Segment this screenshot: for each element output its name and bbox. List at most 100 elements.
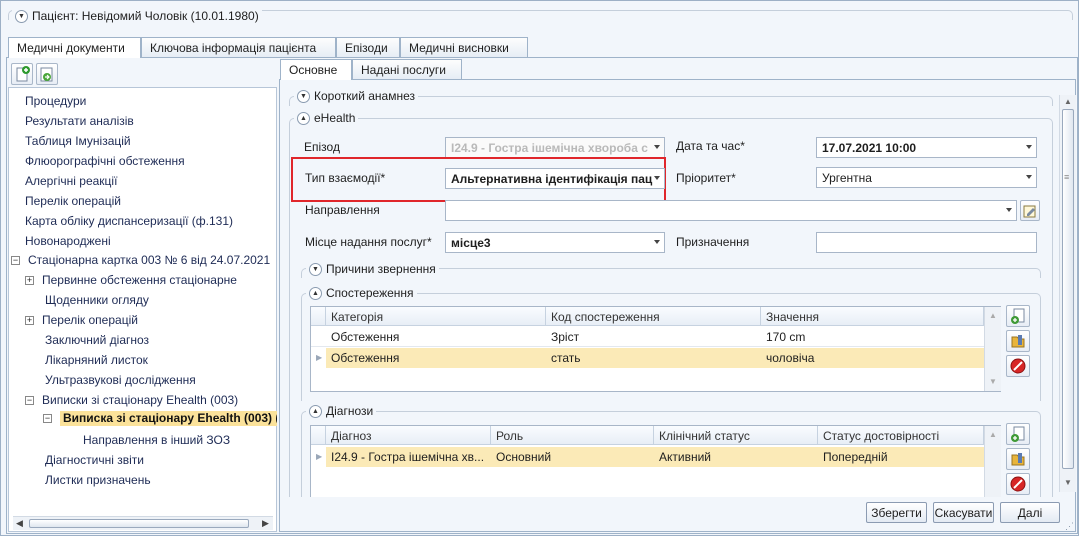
collapse-icon[interactable]: − (11, 256, 20, 265)
table-cell: Активний (659, 450, 711, 464)
collapse-icon[interactable]: − (25, 396, 34, 405)
tab-key-patient-info[interactable]: Ключова інформація пацієнта (141, 37, 336, 57)
chevron-up-icon[interactable]: ▲ (309, 404, 322, 418)
referral-select[interactable] (445, 200, 1017, 221)
section-title: Діагнози (326, 404, 374, 418)
cancel-button[interactable]: Скасувати (933, 502, 994, 523)
place-label: Місце надання послуг* (305, 235, 432, 249)
column-header[interactable]: Код спостереження (546, 307, 761, 326)
scroll-up-icon[interactable]: ▲ (989, 430, 997, 439)
column-header[interactable]: Діагноз (326, 426, 491, 445)
tree-item[interactable]: Новонароджені (25, 234, 111, 248)
tab-main[interactable]: Основне (280, 59, 352, 80)
observation-add-button[interactable] (1006, 305, 1030, 327)
add-document-button[interactable] (11, 63, 33, 85)
interaction-type-select[interactable]: Альтернативна ідентифікація пац (445, 168, 665, 189)
tree-subitem-selected[interactable]: − Виписка зі стаціонару Ehealth (003) ( (43, 411, 277, 429)
table-cell: стать (551, 351, 581, 365)
diagnosis-add-button[interactable] (1006, 423, 1030, 445)
tree-subitem[interactable]: Лікарняний листок (45, 353, 148, 367)
chevron-down-icon[interactable]: ▼ (309, 262, 322, 276)
tree-item-inpatient-card[interactable]: − Стаціонарна картка 003 № 6 від 24.07.20… (11, 253, 270, 267)
column-header[interactable]: Категорія (326, 307, 546, 326)
priority-select[interactable]: Ургентна (816, 167, 1037, 188)
form-vertical-scrollbar[interactable]: ▲ ≡ ▼ (1059, 95, 1076, 492)
column-header[interactable]: Клінічний статус (654, 426, 818, 445)
reasons-header[interactable]: ▼ Причини звернення (306, 262, 439, 276)
column-header[interactable]: Значення (761, 307, 984, 326)
row-header-column (311, 307, 326, 326)
tab-medical-documents[interactable]: Медичні документи (8, 37, 141, 58)
scroll-thumb[interactable] (1062, 109, 1074, 469)
diagnosis-edit-button[interactable] (1006, 448, 1030, 470)
tree-subitem[interactable]: Заключний діагноз (45, 333, 149, 347)
export-document-button[interactable] (36, 63, 58, 85)
scroll-left-icon[interactable]: ◀ (16, 518, 23, 529)
resize-grip-icon[interactable]: ⋰ (1065, 522, 1075, 532)
tree-subitem[interactable]: − Виписки зі стаціонару Ehealth (003) (25, 393, 238, 407)
assignment-input[interactable] (816, 232, 1037, 253)
diagnoses-header[interactable]: ▲ Діагнози (306, 404, 377, 418)
chevron-down-icon (1026, 175, 1032, 179)
chevron-up-icon[interactable]: ▲ (309, 286, 322, 300)
table-cell: Зріст (551, 330, 580, 344)
tree-item[interactable]: Діагностичні звіти (45, 453, 144, 467)
chevron-down-icon[interactable]: ▼ (15, 9, 28, 23)
tree-subitem[interactable]: Щоденники огляду (45, 293, 149, 307)
tree-item[interactable]: Листки призначень (45, 473, 151, 487)
tree-subitem[interactable]: + Перелік операцій (25, 313, 138, 327)
main-tabs: Медичні документи Ключова інформація пац… (8, 37, 1078, 59)
table-cell: Обстеження (331, 351, 400, 365)
scroll-up-icon[interactable]: ▲ (1064, 97, 1072, 106)
scroll-down-icon[interactable]: ▼ (989, 377, 997, 386)
scroll-thumb[interactable] (29, 519, 249, 528)
tree-item[interactable]: Алергічні реакції (25, 174, 117, 188)
next-button[interactable]: Далі (1000, 502, 1060, 523)
interaction-type-value: Альтернативна ідентифікація пац (451, 172, 653, 186)
episode-label: Епізод (304, 140, 340, 154)
episode-select[interactable]: I24.9 - Гостра ішемічна хвороба с (445, 137, 665, 158)
referral-lookup-button[interactable] (1020, 200, 1040, 221)
tree-item[interactable]: Таблиця Імунізацій (25, 134, 131, 148)
datetime-label: Дата та час* (676, 139, 745, 153)
table-row[interactable]: ▶ I24.9 - Гостра ішемічна хв... Основний… (311, 447, 984, 467)
chevron-down-icon[interactable]: ▼ (297, 89, 310, 103)
observation-delete-button[interactable] (1006, 355, 1030, 377)
observations-header[interactable]: ▲ Спостереження (306, 286, 417, 300)
tree-horizontal-scrollbar[interactable]: ◀ ▶ (13, 516, 273, 530)
anamnesis-header[interactable]: ▼ Короткий анамнез (294, 89, 418, 103)
tree-subitem[interactable]: Направлення в інший ЗОЗ (83, 433, 230, 447)
table-row[interactable]: Обстеження Зріст 170 cm (311, 327, 984, 347)
observation-edit-button[interactable] (1006, 330, 1030, 352)
ehealth-header[interactable]: ▲ eHealth (294, 111, 359, 125)
tree-item[interactable]: Перелік операцій (25, 194, 121, 208)
scroll-up-icon[interactable]: ▲ (989, 311, 997, 320)
column-header[interactable]: Статус достовірності (818, 426, 984, 445)
tree-subitem[interactable]: Ультразвукові дослідження (45, 373, 196, 387)
tab-provided-services[interactable]: Надані послуги (352, 59, 462, 79)
tree-item[interactable]: Результати аналізів (25, 114, 134, 128)
collapse-icon[interactable]: − (43, 414, 52, 423)
tab-medical-conclusions[interactable]: Медичні висновки (400, 37, 528, 57)
scroll-right-icon[interactable]: ▶ (262, 518, 269, 529)
table-row[interactable]: ▶ Обстеження стать чоловіча (311, 348, 984, 368)
datetime-select[interactable]: 17.07.2021 10:00 (816, 137, 1037, 158)
tree-item[interactable]: Карта обліку диспансеризації (ф.131) (25, 214, 233, 228)
row-header-column (311, 426, 326, 445)
table-vertical-scrollbar[interactable]: ▲ ▼ (984, 307, 1001, 391)
tree-subitem[interactable]: + Первинне обстеження стаціонарне (25, 273, 237, 287)
scroll-down-icon[interactable]: ▼ (1064, 478, 1072, 487)
tree-item[interactable]: Процедури (25, 94, 86, 108)
chevron-up-icon[interactable]: ▲ (297, 111, 310, 125)
diagnosis-delete-button[interactable] (1006, 473, 1030, 495)
scroll-grip-icon: ≡ (1064, 172, 1070, 182)
column-header[interactable]: Роль (491, 426, 654, 445)
tab-episodes[interactable]: Епізоди (336, 37, 400, 57)
place-select[interactable]: місце3 (445, 232, 665, 253)
add-document-icon (1011, 308, 1025, 324)
tree-item[interactable]: Флюорографічні обстеження (25, 154, 185, 168)
expand-icon[interactable]: + (25, 276, 34, 285)
save-button[interactable]: Зберегти (866, 502, 927, 523)
table-vertical-scrollbar[interactable]: ▲ (984, 426, 1001, 498)
expand-icon[interactable]: + (25, 316, 34, 325)
